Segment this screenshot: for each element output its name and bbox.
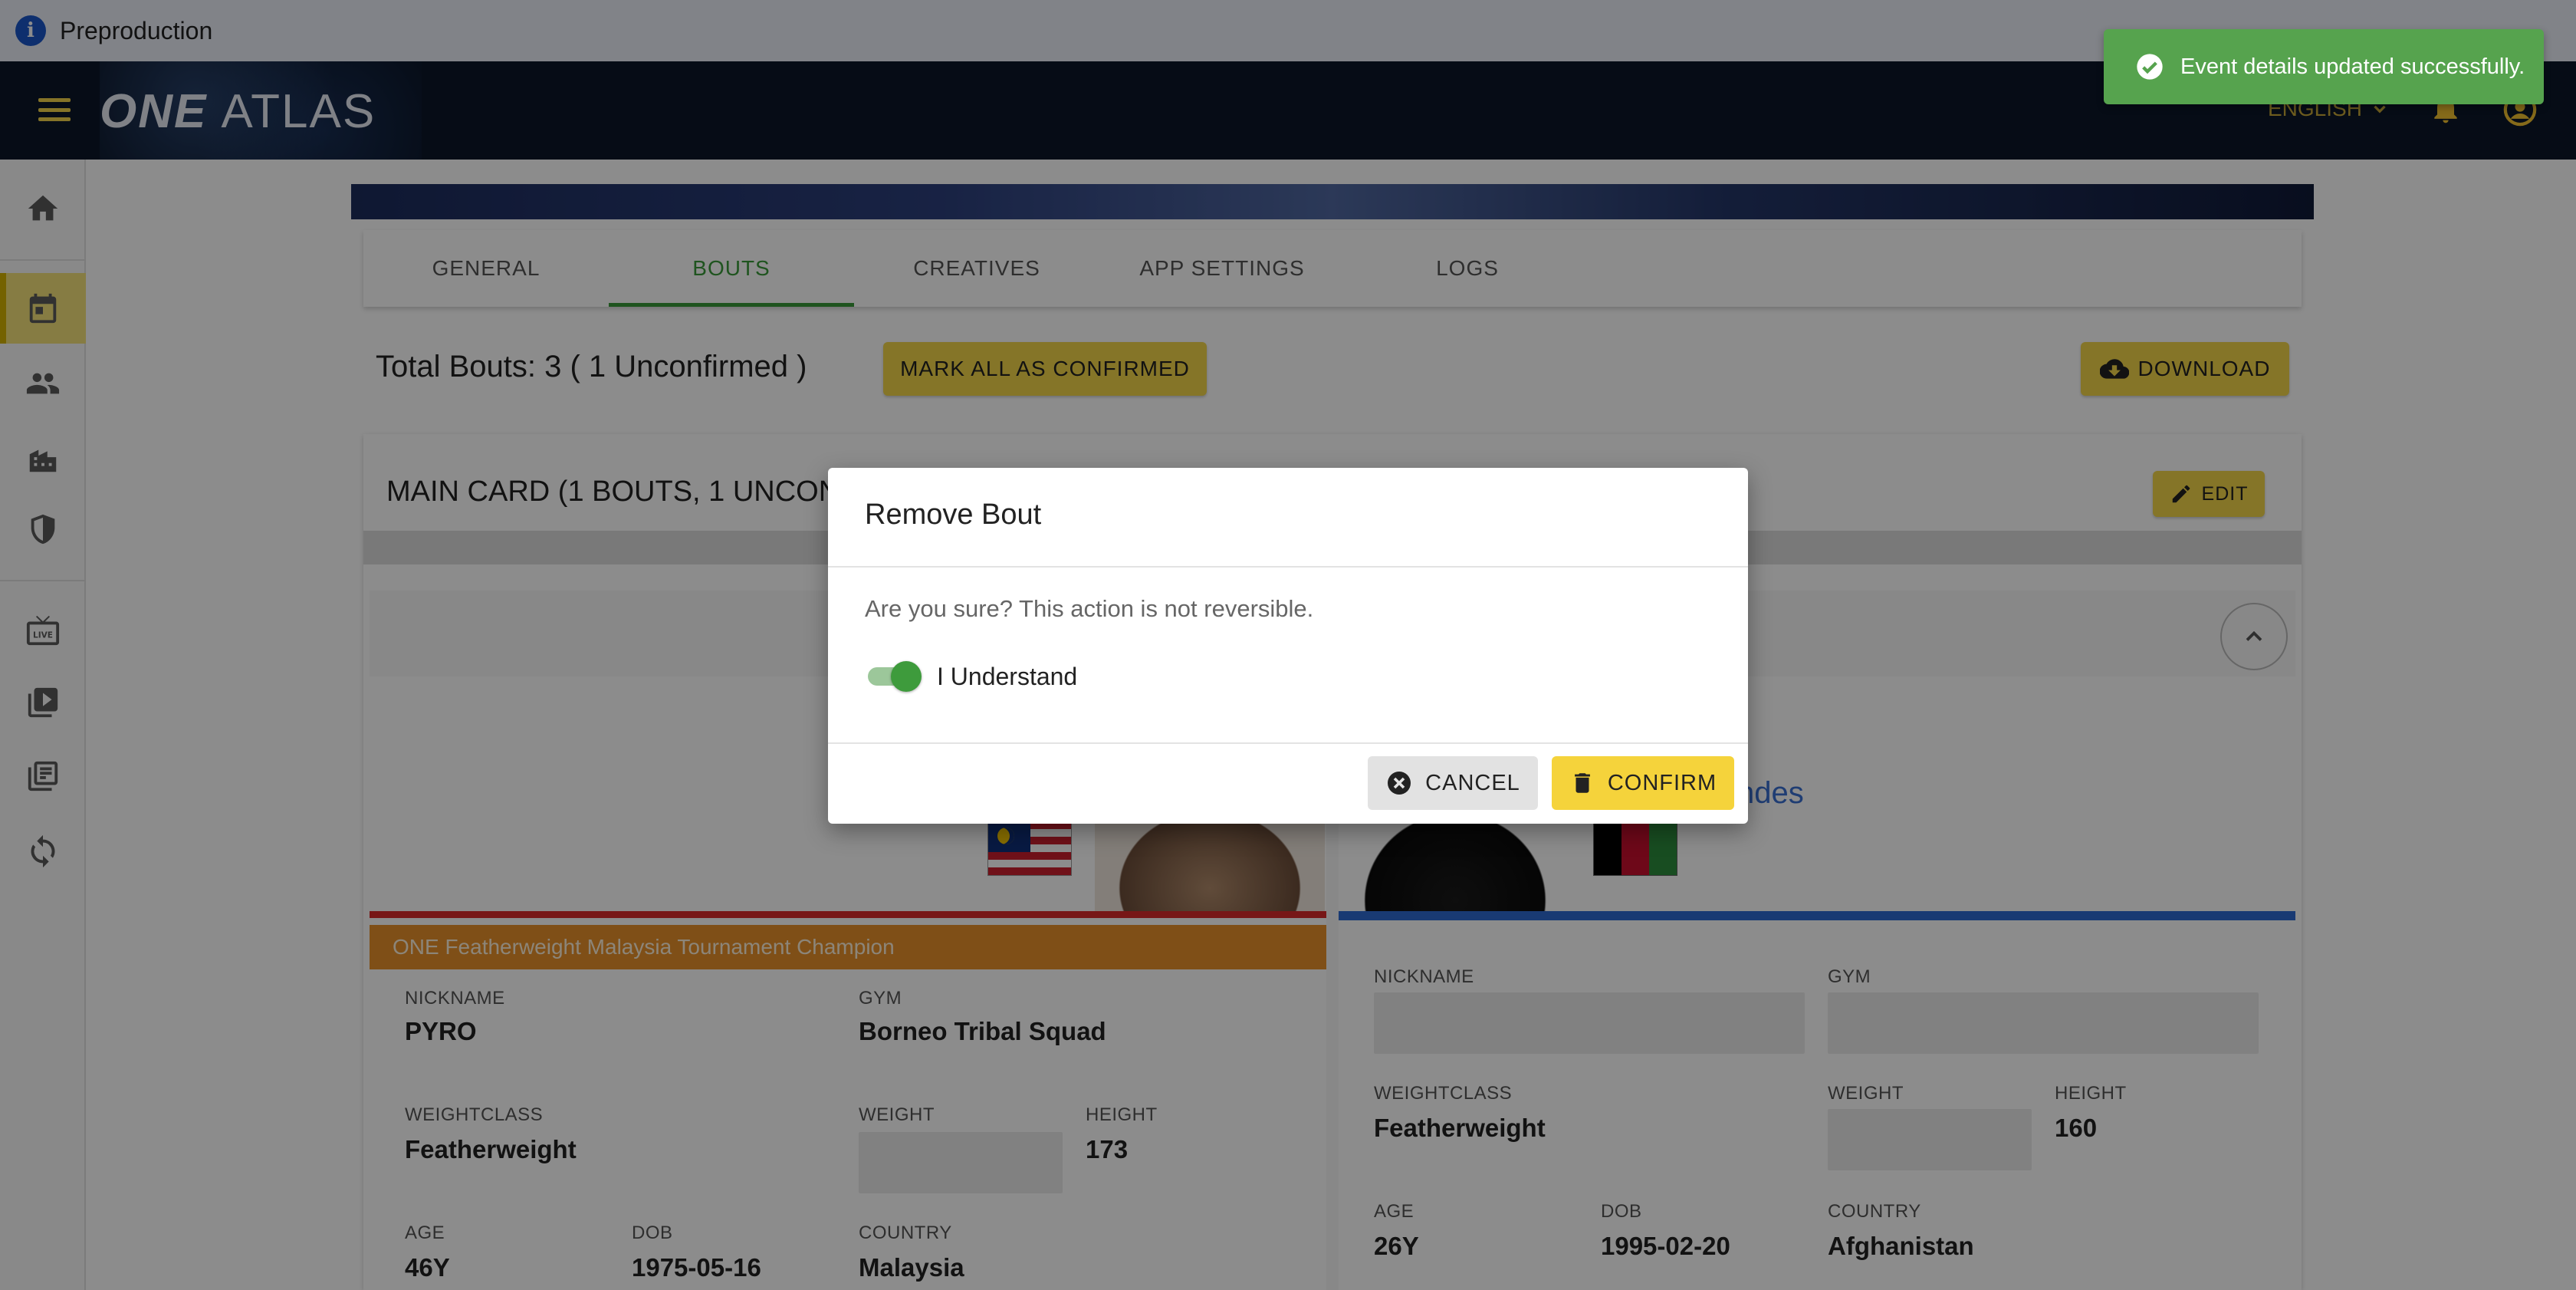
dialog-message: Are you sure? This action is not reversi… [865, 595, 1314, 622]
success-toast: Event details updated successfully. [2104, 29, 2544, 104]
understand-toggle[interactable] [865, 660, 923, 693]
check-circle-icon [2137, 54, 2163, 80]
cancel-button[interactable]: CANCEL [1368, 756, 1538, 810]
remove-bout-dialog: Remove Bout Are you sure? This action is… [828, 468, 1748, 824]
trash-icon [1574, 773, 1590, 793]
toast-message: Event details updated successfully. [2180, 54, 2525, 79]
confirm-button[interactable]: CONFIRM [1552, 756, 1734, 810]
dialog-divider [828, 566, 1748, 568]
dialog-divider [828, 742, 1748, 744]
dialog-title: Remove Bout [865, 499, 1042, 531]
cancel-icon [1388, 772, 1411, 795]
understand-toggle-label[interactable]: I Understand [937, 660, 1077, 693]
